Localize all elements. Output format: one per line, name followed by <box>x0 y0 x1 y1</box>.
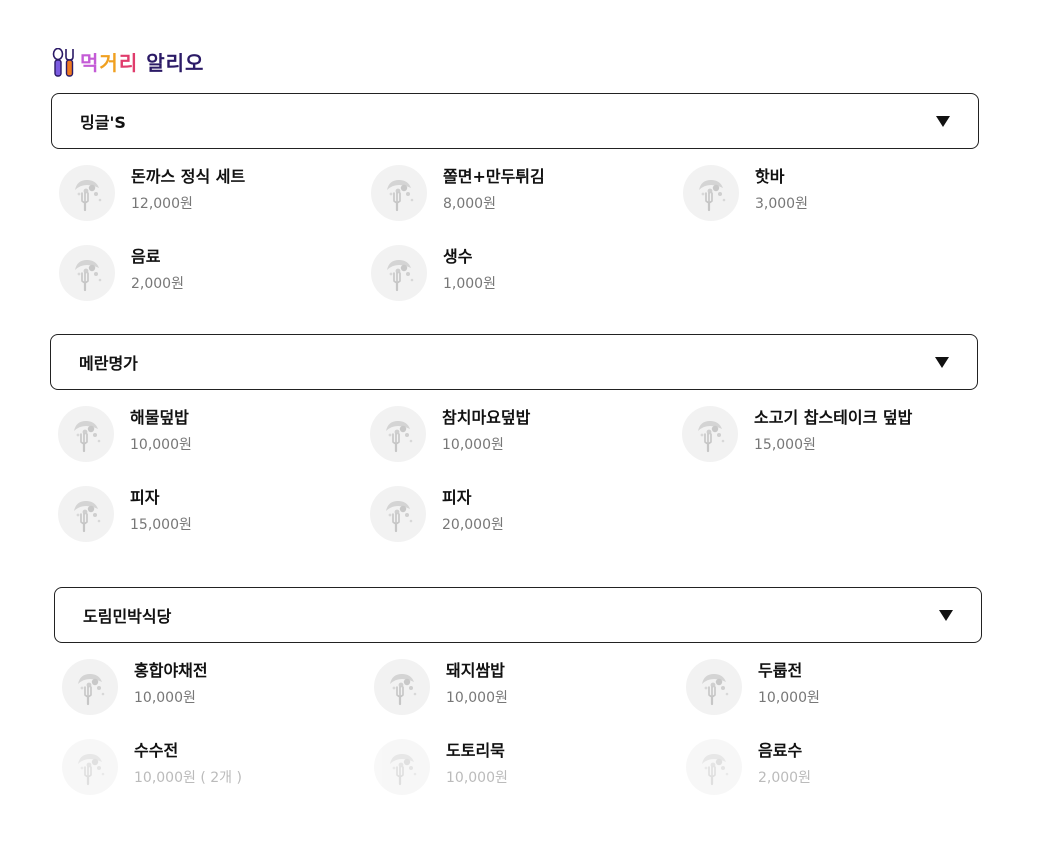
menu-item[interactable]: 쫄면+만두튀김 8,000원 <box>371 165 683 221</box>
caret-down-icon[interactable] <box>935 356 949 368</box>
menu-item[interactable]: 홍합야채전 10,000원 <box>62 659 374 715</box>
food-placeholder-icon <box>59 245 115 301</box>
menu-item-soldout[interactable]: 수수전 10,000원 ( 2개 ) <box>62 739 374 795</box>
food-placeholder-icon <box>58 406 114 462</box>
menu-item-price: 12,000원 <box>131 196 193 212</box>
menu-item-name: 핫바 <box>755 167 785 186</box>
menu-item[interactable]: 참치마요덮밥 10,000원 <box>370 406 682 462</box>
menu-item-price: 10,000원 <box>134 690 196 706</box>
logo-text: 먹거리 알리오 <box>80 51 205 75</box>
food-placeholder-icon <box>374 739 430 795</box>
menu-item[interactable]: 피자 15,000원 <box>58 486 370 542</box>
food-placeholder-icon <box>371 245 427 301</box>
menu-item-price: 10,000원 ( 2개 ) <box>134 770 242 786</box>
menu-item-price: 20,000원 <box>442 517 504 533</box>
food-placeholder-icon <box>682 406 738 462</box>
menu-item-price: 10,000원 <box>130 437 192 453</box>
menu-item-price: 2,000원 <box>131 276 184 292</box>
menu-item-name: 생수 <box>443 247 473 266</box>
vendor-title: 메란명가 <box>79 354 138 373</box>
menu-item-soldout[interactable]: 도토리묵 10,000원 <box>374 739 686 795</box>
menu-item-name: 쫄면+만두튀김 <box>443 167 545 186</box>
menu-list: 홍합야채전 10,000원 돼지쌈밥 10,000원 두룹전 10,000원 수수전 1… <box>54 659 982 795</box>
vendor-header-meran[interactable]: 메란명가 <box>50 334 978 390</box>
app-logo: 먹거리 알리오 <box>52 47 204 79</box>
menu-item-name: 돈까스 정식 세트 <box>131 167 246 186</box>
menu-item-price: 10,000원 <box>758 690 820 706</box>
menu-item-price: 15,000원 <box>130 517 192 533</box>
menu-item-name: 홍합야채전 <box>134 661 208 680</box>
caret-down-icon[interactable] <box>939 609 953 621</box>
menu-item-name: 참치마요덮밥 <box>442 408 531 427</box>
menu-item[interactable]: 두룹전 10,000원 <box>686 659 998 715</box>
menu-item-name: 도토리묵 <box>446 741 505 760</box>
food-placeholder-icon <box>683 165 739 221</box>
menu-item-name: 돼지쌈밥 <box>446 661 505 680</box>
vendor-title: 밍글'S <box>80 113 126 132</box>
menu-item-price: 10,000원 <box>446 770 508 786</box>
menu-item-name: 피자 <box>130 488 160 507</box>
menu-item[interactable]: 소고기 찹스테이크 덮밥 15,000원 <box>682 406 994 462</box>
menu-item-price: 8,000원 <box>443 196 496 212</box>
food-placeholder-icon <box>62 659 118 715</box>
vendor-section: 메란명가 해물덮밥 10,000원 참치마요덮밥 10,000원 소고기 찹스테이크… <box>50 334 978 542</box>
menu-item-price: 15,000원 <box>754 437 816 453</box>
menu-item[interactable]: 돼지쌈밥 10,000원 <box>374 659 686 715</box>
menu-item-name: 소고기 찹스테이크 덮밥 <box>754 408 913 427</box>
menu-item[interactable]: 핫바 3,000원 <box>683 165 995 221</box>
vendor-header-mingles[interactable]: 밍글'S <box>51 93 979 149</box>
menu-list: 돈까스 정식 세트 12,000원 쫄면+만두튀김 8,000원 핫바 3,000원 … <box>51 165 979 301</box>
menu-list: 해물덮밥 10,000원 참치마요덮밥 10,000원 소고기 찹스테이크 덮밥 15… <box>50 406 978 542</box>
menu-item[interactable]: 해물덮밥 10,000원 <box>58 406 370 462</box>
vendor-section: 도림민박식당 홍합야채전 10,000원 돼지쌈밥 10,000원 두룹전 10,00… <box>54 587 982 795</box>
vendor-title: 도림민박식당 <box>83 607 172 626</box>
menu-item-name: 피자 <box>442 488 472 507</box>
menu-item[interactable]: 음료 2,000원 <box>59 245 371 301</box>
menu-item-name: 음료수 <box>758 741 803 760</box>
food-placeholder-icon <box>59 165 115 221</box>
menu-item-name: 두룹전 <box>758 661 803 680</box>
menu-item-price: 3,000원 <box>755 196 808 212</box>
food-placeholder-icon <box>370 486 426 542</box>
food-placeholder-icon <box>374 659 430 715</box>
spoon-fork-icon <box>52 48 74 77</box>
menu-item-price: 2,000원 <box>758 770 811 786</box>
vendor-header-dorim[interactable]: 도림민박식당 <box>54 587 982 643</box>
menu-item-name: 수수전 <box>134 741 179 760</box>
menu-item-name: 음료 <box>131 247 161 266</box>
food-placeholder-icon <box>686 659 742 715</box>
menu-item-price: 10,000원 <box>442 437 504 453</box>
food-placeholder-icon <box>62 739 118 795</box>
menu-item-price: 1,000원 <box>443 276 496 292</box>
vendor-section: 밍글'S 돈까스 정식 세트 12,000원 쫄면+만두튀김 8,000원 핫바 3,… <box>51 93 979 301</box>
food-placeholder-icon <box>370 406 426 462</box>
menu-item[interactable]: 생수 1,000원 <box>371 245 683 301</box>
menu-item[interactable]: 피자 20,000원 <box>370 486 682 542</box>
menu-item-name: 해물덮밥 <box>130 408 189 427</box>
food-placeholder-icon <box>58 486 114 542</box>
caret-down-icon[interactable] <box>936 115 950 127</box>
food-placeholder-icon <box>686 739 742 795</box>
menu-item[interactable]: 돈까스 정식 세트 12,000원 <box>59 165 371 221</box>
menu-item-price: 10,000원 <box>446 690 508 706</box>
food-placeholder-icon <box>371 165 427 221</box>
menu-item-soldout[interactable]: 음료수 2,000원 <box>686 739 998 795</box>
